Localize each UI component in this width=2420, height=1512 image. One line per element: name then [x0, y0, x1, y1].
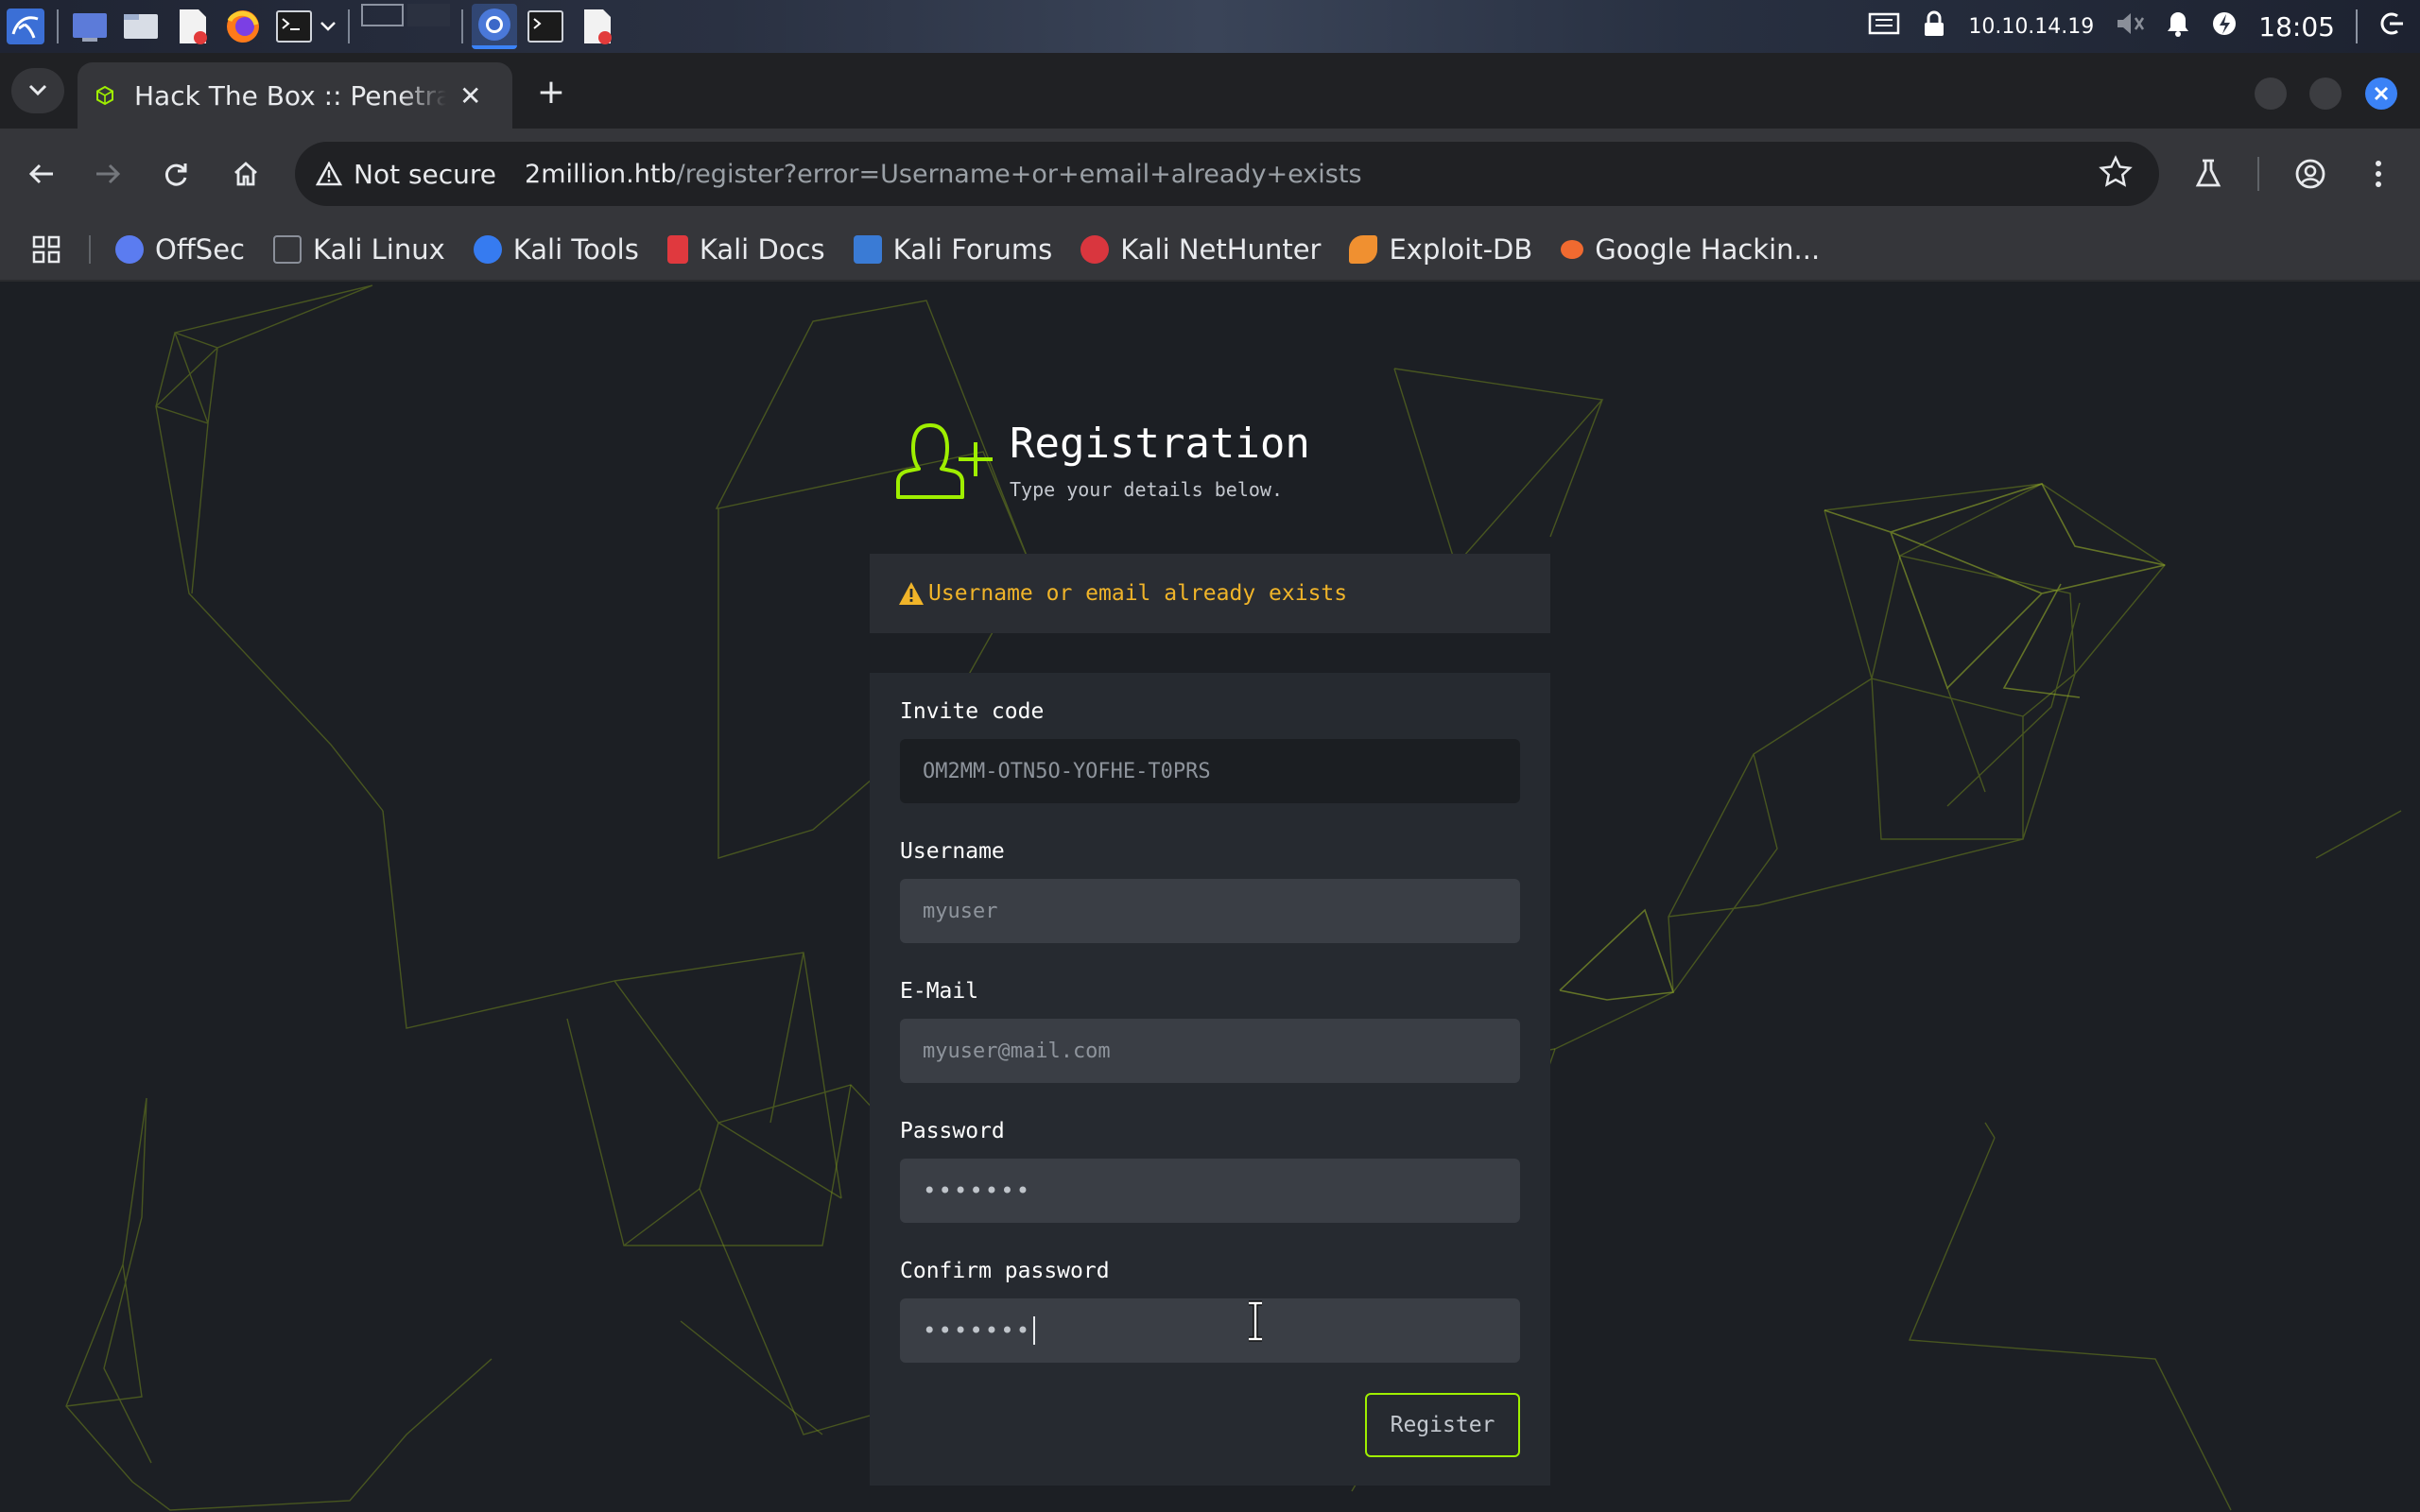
bookmark-kali-nethunter[interactable]: Kali NetHunter — [1080, 233, 1321, 266]
desktop-icon[interactable] — [67, 4, 112, 49]
exploit-db-icon — [1349, 235, 1378, 264]
apps-grid-icon[interactable] — [32, 235, 60, 264]
editor-task-icon[interactable] — [574, 4, 619, 49]
more-vertical-icon — [2376, 161, 2381, 187]
ip-address: 10.10.14.19 — [1968, 14, 2095, 39]
page-content: Registration Type your details below. Us… — [0, 282, 2420, 1512]
chevron-down-icon — [28, 84, 47, 96]
file-manager-icon[interactable] — [118, 4, 164, 49]
bookmark-kali-tools[interactable]: Kali Tools — [473, 233, 639, 266]
bookmark-kali-linux[interactable]: Kali Linux — [273, 233, 445, 266]
invite-code-label: Invite code — [900, 699, 1045, 724]
workspace-switcher[interactable] — [359, 4, 452, 49]
browser-tab[interactable]: Hack The Box :: Penetration Testing Labs… — [78, 62, 512, 129]
kali-tools-icon — [473, 235, 502, 264]
maximize-button[interactable] — [2309, 77, 2342, 110]
new-tab-button[interactable]: + — [529, 70, 573, 113]
warning-icon — [899, 582, 924, 605]
bookmark-kali-forums[interactable]: Kali Forums — [853, 233, 1052, 266]
kali-docs-icon — [666, 235, 688, 264]
tab-close-icon[interactable]: ✕ — [459, 80, 481, 112]
arrow-right-icon — [96, 163, 121, 184]
terminal-icon[interactable] — [271, 4, 317, 49]
add-user-icon — [896, 423, 993, 499]
register-button[interactable]: Register — [1365, 1393, 1520, 1457]
password-input[interactable]: ••••••• — [900, 1159, 1520, 1223]
profile-button[interactable] — [2288, 151, 2333, 197]
system-tray: 10.10.14.19 18:05 — [1868, 0, 2420, 53]
terminal-task-icon[interactable] — [523, 4, 568, 49]
account-icon — [2295, 159, 2325, 189]
reload-button[interactable] — [153, 151, 199, 197]
warning-icon — [316, 162, 342, 186]
bookmark-google-hacking[interactable]: Google Hackin... — [1561, 233, 1820, 266]
labs-button[interactable] — [2186, 151, 2231, 197]
page-subtitle: Type your details below. — [1010, 478, 1283, 501]
offsec-icon — [115, 235, 144, 264]
panel-launchers — [0, 0, 622, 53]
text-caret — [1033, 1316, 1036, 1345]
email-input[interactable]: myuser@mail.com — [900, 1019, 1520, 1083]
nethunter-icon — [1080, 235, 1110, 264]
tab-search-button[interactable] — [11, 68, 64, 113]
close-window-button[interactable] — [2365, 77, 2397, 110]
bookmark-offsec[interactable]: OffSec — [115, 233, 245, 266]
bookmark-star-icon[interactable] — [2099, 155, 2133, 193]
tab-strip: Hack The Box :: Penetration Testing Labs… — [0, 53, 2420, 129]
home-button[interactable] — [223, 151, 268, 197]
url-host: 2million.htb — [525, 159, 677, 189]
bell-icon[interactable] — [2166, 9, 2190, 43]
logout-icon[interactable] — [2378, 10, 2405, 43]
screen-icon[interactable] — [1868, 10, 1900, 43]
browser-menu-button[interactable] — [2356, 151, 2401, 197]
url-path: /register?error=Username+or+email+alread… — [676, 159, 1362, 189]
confirm-password-input[interactable]: ••••••• — [900, 1298, 1520, 1363]
chromium-task-icon[interactable] — [472, 4, 517, 49]
clock[interactable]: 18:05 — [2258, 11, 2335, 43]
forward-button[interactable] — [85, 151, 130, 197]
kali-menu-icon[interactable] — [3, 4, 48, 49]
username-label: Username — [900, 839, 1005, 864]
firefox-icon[interactable] — [220, 4, 266, 49]
confirm-password-label: Confirm password — [900, 1259, 1110, 1283]
htb-cube-icon — [96, 85, 113, 106]
tab-title: Hack The Box :: Penetration Testing Labs — [134, 79, 446, 112]
kali-forums-icon — [853, 235, 882, 264]
arrow-left-icon — [28, 163, 53, 184]
text-cursor-icon — [1249, 1300, 1262, 1342]
bookmark-exploit-db[interactable]: Exploit-DB — [1349, 233, 1532, 266]
bookmarks-bar: OffSec Kali Linux Kali Tools Kali Docs K… — [0, 219, 2420, 282]
username-input[interactable]: myuser — [900, 879, 1520, 943]
power-status-icon[interactable] — [2211, 10, 2238, 43]
registration-header: Registration Type your details below. — [894, 420, 1310, 501]
reload-icon — [164, 163, 187, 186]
registration-form: Invite code OM2MM-OTN5O-YOFHE-T0PRS User… — [870, 673, 1550, 1486]
back-button[interactable] — [19, 151, 64, 197]
kali-dragon-icon — [273, 235, 302, 264]
home-icon — [234, 162, 257, 186]
page-title: Registration — [1010, 420, 1310, 468]
text-editor-icon[interactable] — [169, 4, 215, 49]
security-status[interactable]: Not secure — [354, 159, 496, 190]
email-label: E-Mail — [900, 979, 979, 1004]
error-alert: Username or email already exists — [870, 554, 1550, 633]
bookmark-kali-docs[interactable]: Kali Docs — [666, 233, 825, 266]
password-label: Password — [900, 1119, 1005, 1143]
browser-toolbar: Not secure 2million.htb/register?error=U… — [0, 129, 2420, 219]
error-message: Username or email already exists — [928, 581, 1348, 606]
close-icon — [2374, 86, 2389, 101]
system-panel: 10.10.14.19 18:05 — [0, 0, 2420, 53]
confirm-password-value: ••••••• — [923, 1317, 1032, 1344]
chevron-down-icon[interactable] — [320, 4, 342, 49]
invite-code-input[interactable]: OM2MM-OTN5O-YOFHE-T0PRS — [900, 739, 1520, 803]
address-bar[interactable]: Not secure 2million.htb/register?error=U… — [295, 142, 2159, 206]
flask-icon — [2195, 159, 2221, 187]
volume-muted-icon[interactable] — [2115, 10, 2145, 43]
vpn-lock-icon[interactable] — [1921, 9, 1947, 43]
google-hacking-icon — [1561, 240, 1584, 259]
minimize-button[interactable] — [2255, 77, 2287, 110]
